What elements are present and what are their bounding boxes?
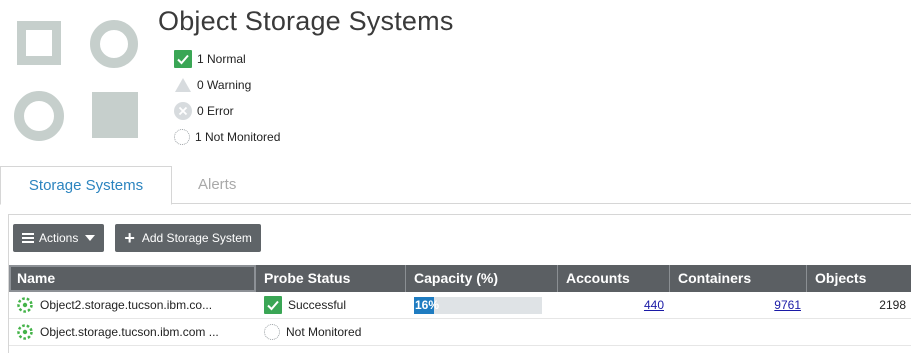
object-storage-hero-icon: [14, 14, 144, 144]
status-error: 0 Error: [174, 98, 280, 124]
table-row[interactable]: Object2.storage.tucson.ibm.co... Success…: [9, 292, 911, 319]
square-outline-icon: [17, 21, 61, 65]
toolbar: Actions + Add Storage System: [13, 224, 272, 252]
probe-status-label: Successful: [288, 298, 347, 312]
cell-accounts: 440: [558, 292, 670, 318]
status-error-label: 0 Error: [197, 104, 234, 118]
add-storage-system-button[interactable]: + Add Storage System: [115, 224, 261, 252]
square-filled-icon: [92, 92, 138, 138]
storage-systems-panel: Actions + Add Storage System Name Probe …: [8, 214, 911, 353]
probe-status-label: Not Monitored: [286, 325, 362, 339]
circle-outline-icon: [90, 20, 138, 68]
cell-probe-status: Not Monitored: [256, 319, 406, 345]
capacity-label: 16%: [415, 297, 440, 312]
status-warning-label: 0 Warning: [197, 78, 252, 92]
gear-status-icon: [17, 324, 33, 340]
column-header-name[interactable]: Name: [9, 265, 256, 292]
system-name: Object.storage.tucson.ibm.com ...: [40, 325, 219, 339]
green-check-icon: [174, 50, 192, 68]
column-header-containers[interactable]: Containers: [670, 265, 807, 292]
status-normal: 1 Normal: [174, 46, 280, 72]
page-title: Object Storage Systems: [158, 6, 454, 36]
not-monitored-icon: [264, 324, 280, 340]
system-name: Object2.storage.tucson.ibm.co...: [40, 298, 213, 312]
cell-name[interactable]: Object.storage.tucson.ibm.com ...: [9, 319, 256, 345]
status-not-monitored-label: 1 Not Monitored: [195, 130, 281, 144]
status-summary: 1 Normal 0 Warning 0 Error 1 Not Monitor…: [174, 46, 280, 150]
table-header: Name Probe Status Capacity (%) Accounts …: [9, 265, 911, 292]
tab-alerts[interactable]: Alerts: [198, 166, 236, 204]
tab-storage-systems[interactable]: Storage Systems: [0, 166, 172, 205]
cell-capacity: 16%: [406, 292, 558, 318]
cell-objects: [807, 319, 911, 345]
objects-value: 2198: [879, 298, 906, 312]
capacity-bar: 16%: [414, 296, 542, 314]
cell-probe-status: Successful: [256, 292, 406, 318]
column-header-accounts[interactable]: Accounts: [558, 265, 670, 292]
column-header-objects[interactable]: Objects: [807, 265, 911, 292]
status-not-monitored: 1 Not Monitored: [174, 124, 280, 150]
error-x-icon: [174, 102, 192, 120]
cell-capacity: [406, 319, 558, 345]
table-row[interactable]: Object.storage.tucson.ibm.com ... Not Mo…: [9, 319, 911, 346]
cell-containers: 9761: [670, 292, 807, 318]
cell-name[interactable]: Object2.storage.tucson.ibm.co...: [9, 292, 256, 318]
list-icon: [22, 231, 34, 245]
caret-down-icon: [85, 235, 96, 241]
add-storage-system-label: Add Storage System: [141, 231, 252, 245]
storage-systems-table: Name Probe Status Capacity (%) Accounts …: [9, 265, 911, 346]
cell-containers: [670, 319, 807, 345]
circle-outline-icon: [14, 91, 64, 141]
tab-bar: Storage Systems Alerts: [0, 166, 911, 205]
status-normal-label: 1 Normal: [197, 52, 246, 66]
accounts-link[interactable]: 440: [644, 298, 664, 312]
green-check-icon: [264, 296, 282, 314]
gear-status-icon: [17, 297, 33, 313]
cell-objects: 2198: [807, 292, 911, 318]
status-warning: 0 Warning: [174, 72, 280, 98]
cell-accounts: [558, 319, 670, 345]
actions-button[interactable]: Actions: [13, 224, 105, 252]
column-header-probe-status[interactable]: Probe Status: [256, 265, 406, 292]
actions-label: Actions: [39, 231, 79, 245]
column-header-capacity[interactable]: Capacity (%): [406, 265, 558, 292]
not-monitored-icon: [174, 129, 190, 145]
warning-triangle-icon: [174, 76, 192, 94]
plus-icon: +: [124, 228, 135, 248]
containers-link[interactable]: 9761: [774, 298, 801, 312]
